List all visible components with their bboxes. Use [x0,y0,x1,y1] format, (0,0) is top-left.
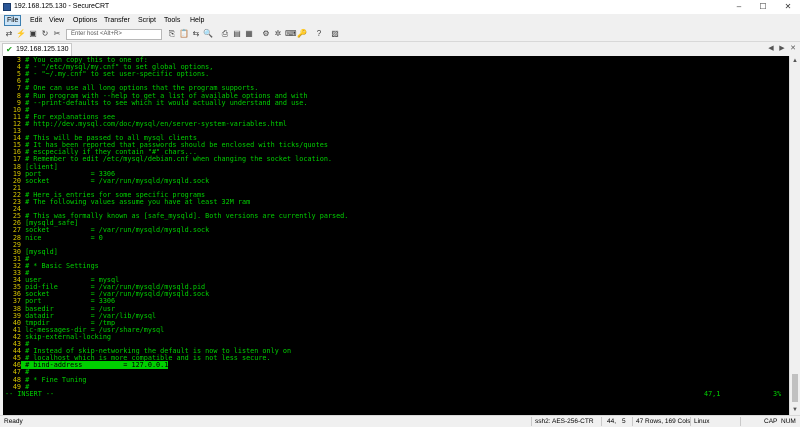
menu-tools[interactable]: Tools [162,15,182,26]
print-selection-icon[interactable]: ▤ [232,29,242,39]
terminal-line: 5 # - "~/.my.cnf" to set user-specific o… [5,71,209,78]
status-cap: CAP [764,418,778,425]
line-text: # The following values assume you have a… [21,198,251,206]
menu-file[interactable]: File [4,15,22,26]
vim-mode-indicator: -- INSERT -- [5,389,55,398]
scroll-down-icon[interactable]: ▼ [790,405,800,415]
line-text: # Remember to edit /etc/mysql/debian.cnf… [21,155,332,164]
session-tab-strip: ✔ 192.168.125.130 ◀ ▶ ✕ [0,42,800,56]
menu-help[interactable]: Help [188,15,206,26]
line-text: # bind-address = 127.0.0.1 [21,361,169,370]
line-text: # - "~/.my.cnf" to set user-specific opt… [21,70,210,79]
line-text: # * Fine Tuning [21,375,87,384]
maximize-button[interactable]: ☐ [751,0,775,14]
status-divider [601,417,602,426]
key-icon[interactable]: 🔑 [297,29,307,39]
keymap-icon[interactable]: ⌨ [285,29,297,39]
securecrt-window: 192.168.125.130 - SecureCRT – ☐ ✕ File E… [0,0,800,427]
host-input[interactable]: Enter host <Alt+R> [66,29,162,40]
status-num: NUM [781,418,796,425]
status-ready: Ready [4,418,23,425]
line-text: # * Basic Settings [21,261,99,270]
menu-transfer[interactable]: Transfer [102,15,132,26]
session-tab-label: 192.168.125.130 [16,46,69,53]
quick-connect-icon[interactable]: ⚡ [16,29,26,39]
status-divider [632,417,633,426]
terminal-line: 9 # --print-defaults to see which it wou… [5,98,308,107]
tab-scroll-left-icon[interactable]: ◀ [766,44,776,54]
status-os: Linux [694,418,710,425]
menu-script[interactable]: Script [136,15,158,26]
menu-options[interactable]: Options [71,15,99,26]
reconnect-icon[interactable]: ↻ [40,29,50,39]
sftp-icon[interactable]: ▦ [244,29,254,39]
status-size: 47 Rows, 169 Cols [636,418,691,425]
terminal-line: 20 socket = /var/run/mysqld/mysqld.sock [5,176,210,185]
print-icon[interactable]: ⎙ [220,29,230,39]
session-options-icon[interactable]: ⚙ [261,29,271,39]
window-title: 192.168.125.130 - SecureCRT [14,3,110,10]
vim-scroll-percent: 3% [773,389,782,398]
terminal-line: 12 # http://dev.mysql.com/doc/mysql/en/s… [5,119,287,128]
status-divider [740,417,741,426]
help-icon[interactable]: ? [314,29,324,39]
connect-tab-icon[interactable]: ▣ [28,29,38,39]
line-text: # http://dev.mysql.com/doc/mysql/en/serv… [21,119,287,128]
global-options-icon[interactable]: ✲ [273,29,283,39]
line-text: skip-external-locking [21,332,112,341]
terminal-view[interactable]: 3 # You can copy this to one of: 4 # - "/… [3,56,789,415]
tab-close-icon[interactable]: ✕ [788,44,798,54]
connect-icon[interactable]: ⇄ [4,29,14,39]
status-col: 5 [622,418,626,425]
securecrt-app-icon [3,3,11,11]
copy-icon[interactable]: ⎘ [167,29,177,39]
status-divider [690,417,691,426]
close-button[interactable]: ✕ [776,0,800,14]
status-divider [531,417,532,426]
title-bar: 192.168.125.130 - SecureCRT – ☐ ✕ [0,0,800,14]
find-icon[interactable]: 🔍 [203,29,213,39]
toolbar: ⇄ ⚡ ▣ ↻ ✂ Enter host <Alt+R> ⎘ 📋 ⇆ 🔍 ⎙ ▤… [0,27,800,42]
terminal-line: 46 # bind-address = 127.0.0.1 [5,361,169,370]
minimize-button[interactable]: – [727,0,751,14]
tab-scroll-right-icon[interactable]: ▶ [777,44,787,54]
line-text: # --print-defaults to see which it would… [21,98,308,107]
status-bar: Ready ssh2: AES-256-CTR 44, 5 47 Rows, 1… [0,415,800,427]
about-icon[interactable]: ▨ [330,29,340,39]
copy-paste-icon[interactable]: ⇆ [191,29,201,39]
paste-icon[interactable]: 📋 [179,29,189,39]
terminal-line: 23 # The following values assume you hav… [5,198,251,206]
vim-cursor-position: 47,1 [704,389,721,398]
menu-view[interactable]: View [47,15,66,26]
scroll-up-icon[interactable]: ▲ [790,56,800,66]
session-tab[interactable]: ✔ 192.168.125.130 [2,43,72,56]
disconnect-icon[interactable]: ✂ [52,29,62,39]
connected-check-icon: ✔ [6,45,13,54]
terminal-scrollbar[interactable]: ▲ ▼ [789,56,799,415]
line-text: socket = /var/run/mysqld/mysqld.sock [21,176,210,185]
menu-edit[interactable]: Edit [28,15,44,26]
scrollbar-thumb[interactable] [792,374,798,402]
line-text: nice = 0 [21,233,103,242]
menu-bar: File Edit View Options Transfer Script T… [0,14,800,27]
status-cipher: ssh2: AES-256-CTR [535,418,594,425]
status-row: 44, [607,418,617,425]
